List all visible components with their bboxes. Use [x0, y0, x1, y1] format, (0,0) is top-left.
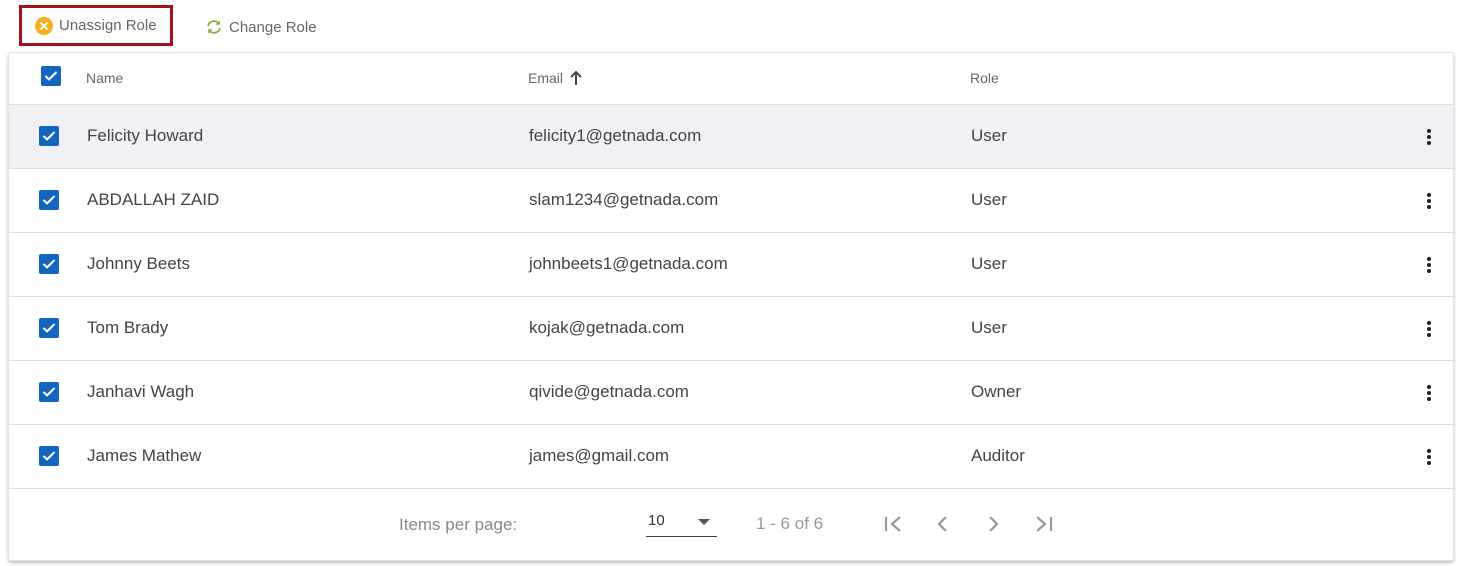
- row-role: User: [971, 318, 1007, 337]
- row-role: User: [971, 190, 1007, 209]
- row-role: Owner: [971, 382, 1022, 401]
- check-icon: [42, 323, 56, 333]
- row-role: Auditor: [971, 446, 1025, 465]
- row-email: felicity1@getnada.com: [529, 126, 702, 145]
- row-checkbox[interactable]: [39, 254, 59, 274]
- table-row[interactable]: James Mathew james@gmail.com Auditor: [9, 425, 1453, 489]
- column-header-email[interactable]: Email: [528, 70, 583, 86]
- row-email: kojak@getnada.com: [529, 318, 685, 337]
- toolbar: Unassign Role Change Role: [0, 0, 1466, 52]
- table-row[interactable]: ABDALLAH ZAID slam1234@getnada.com User: [9, 169, 1453, 233]
- more-vert-icon[interactable]: [1419, 447, 1439, 467]
- row-checkbox[interactable]: [39, 126, 59, 146]
- page-size-select[interactable]: 10: [646, 509, 717, 537]
- paginator: Items per page: 10 1 - 6 of 6: [9, 487, 1453, 561]
- row-email: johnbeets1@getnada.com: [529, 254, 728, 273]
- row-email: james@gmail.com: [529, 446, 670, 465]
- column-header-role[interactable]: Role: [970, 70, 999, 86]
- row-name: Johnny Beets: [87, 254, 191, 273]
- row-name: Tom Brady: [87, 318, 169, 337]
- column-header-name[interactable]: Name: [86, 70, 123, 86]
- refresh-icon: [205, 18, 223, 36]
- previous-page-icon[interactable]: [931, 512, 955, 536]
- page-size-value: 10: [648, 512, 665, 529]
- select-all-checkbox[interactable]: [41, 66, 61, 86]
- more-vert-icon[interactable]: [1419, 191, 1439, 211]
- first-page-icon[interactable]: [882, 512, 906, 536]
- table-row[interactable]: Janhavi Wagh qivide@getnada.com Owner: [9, 361, 1453, 425]
- more-vert-icon[interactable]: [1419, 127, 1439, 147]
- more-vert-icon[interactable]: [1419, 319, 1439, 339]
- row-checkbox[interactable]: [39, 382, 59, 402]
- row-name: Janhavi Wagh: [87, 382, 195, 401]
- row-role: User: [971, 126, 1007, 145]
- check-icon: [42, 131, 56, 141]
- check-icon: [42, 195, 56, 205]
- row-name: ABDALLAH ZAID: [87, 190, 220, 209]
- next-page-icon[interactable]: [981, 512, 1005, 536]
- items-per-page-label: Items per page:: [399, 515, 518, 534]
- row-name: James Mathew: [87, 446, 202, 465]
- table-row[interactable]: Johnny Beets johnbeets1@getnada.com User: [9, 233, 1453, 297]
- last-page-icon[interactable]: [1031, 512, 1055, 536]
- dropdown-caret-icon: [698, 519, 710, 525]
- row-email: slam1234@getnada.com: [529, 190, 719, 209]
- row-checkbox[interactable]: [39, 446, 59, 466]
- users-table-card: Name Email Role Felicity Howard felicity…: [8, 52, 1454, 561]
- unassign-role-button[interactable]: Unassign Role: [19, 5, 173, 46]
- sort-ascending-icon: [570, 70, 582, 85]
- check-icon: [42, 259, 56, 269]
- check-icon: [42, 451, 56, 461]
- row-email: qivide@getnada.com: [529, 382, 689, 401]
- range-label: 1 - 6 of 6: [756, 514, 824, 533]
- row-checkbox[interactable]: [39, 318, 59, 338]
- x-circle-icon: [35, 16, 53, 35]
- table-row[interactable]: Tom Brady kojak@getnada.com User: [9, 297, 1453, 361]
- unassign-role-label: Unassign Role: [59, 17, 157, 34]
- table-header: Name Email Role: [9, 53, 1453, 105]
- change-role-button[interactable]: Change Role: [205, 14, 317, 40]
- more-vert-icon[interactable]: [1419, 255, 1439, 275]
- row-name: Felicity Howard: [87, 126, 204, 145]
- row-checkbox[interactable]: [39, 190, 59, 210]
- table-row[interactable]: Felicity Howard felicity1@getnada.com Us…: [9, 105, 1453, 169]
- check-icon: [44, 71, 58, 81]
- change-role-label: Change Role: [229, 18, 317, 36]
- row-role: User: [971, 254, 1007, 273]
- check-icon: [42, 387, 56, 397]
- more-vert-icon[interactable]: [1419, 383, 1439, 403]
